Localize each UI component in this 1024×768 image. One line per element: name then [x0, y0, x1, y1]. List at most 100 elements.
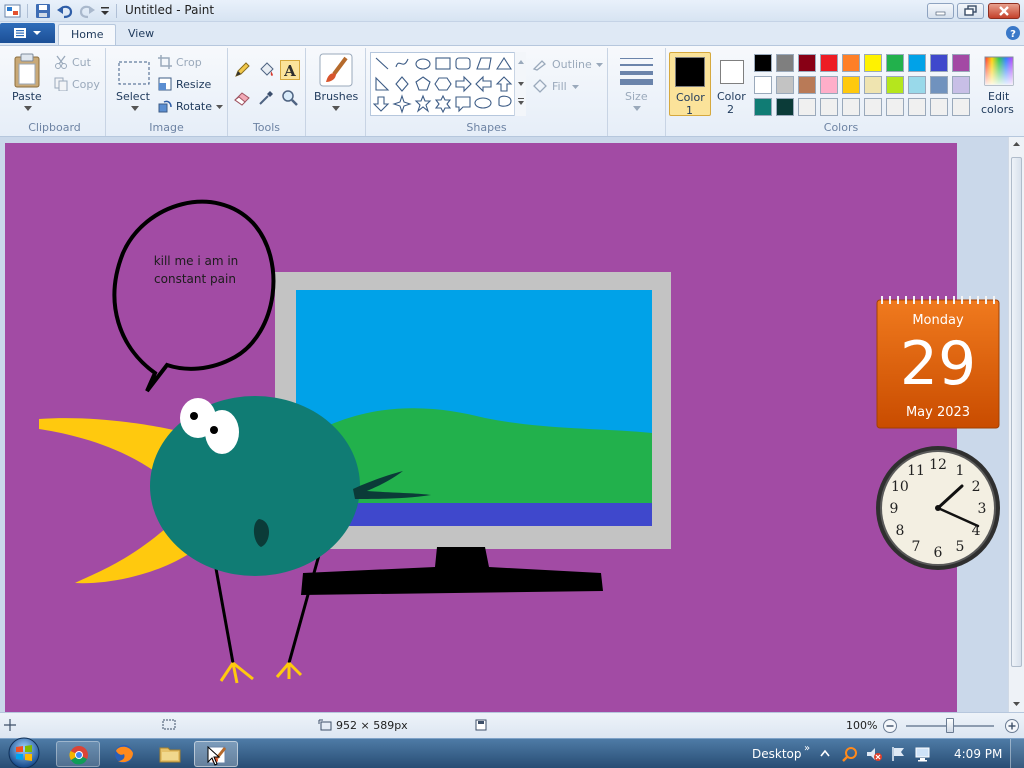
palette-swatch[interactable] [952, 98, 970, 116]
tab-home[interactable]: Home [58, 24, 117, 45]
show-hidden-icons-icon[interactable] [820, 749, 830, 757]
brushes-group[interactable]: Brushes [306, 48, 366, 136]
palette-swatch[interactable] [886, 54, 904, 72]
outline-button[interactable]: Outline [532, 56, 604, 74]
zoom-out-icon[interactable] [882, 718, 898, 734]
text-tool[interactable]: A [280, 60, 300, 80]
cut-button[interactable]: Cut [54, 54, 104, 72]
shapes-group: Outline Fill Shapes [366, 48, 608, 136]
taskbar-firefox[interactable] [102, 741, 146, 767]
select-button[interactable]: Select [112, 52, 156, 114]
palette-swatch[interactable] [754, 76, 772, 94]
vertical-scrollbar[interactable] [1008, 137, 1024, 712]
palette-swatch[interactable] [908, 54, 926, 72]
palette-swatch[interactable] [776, 98, 794, 116]
volume-muted-icon[interactable] [866, 746, 882, 762]
clock-gadget[interactable]: 12 1 2 3 4 5 6 7 8 9 10 11 [874, 444, 1002, 572]
magnifier-tool[interactable] [280, 88, 300, 108]
customize-qat-icon[interactable] [100, 3, 110, 19]
hexagon-shape-icon [434, 77, 452, 91]
desktop-toolbar-label[interactable]: Desktop [752, 747, 802, 761]
palette-swatch[interactable] [754, 98, 772, 116]
palette-swatch[interactable] [820, 98, 838, 116]
taskbar-clock[interactable]: 4:09 PM [954, 747, 1002, 761]
palette-swatch[interactable] [864, 98, 882, 116]
tools-group-label: Tools [252, 121, 281, 134]
close-button[interactable] [988, 3, 1020, 19]
zoom-in-icon[interactable] [1004, 718, 1020, 734]
rounded-rectangle-shape-icon [455, 57, 471, 70]
palette-swatch[interactable] [952, 76, 970, 94]
resize-button[interactable]: Resize [158, 76, 218, 94]
color2-button[interactable]: Color 2 [714, 52, 754, 116]
palette-swatch[interactable] [886, 98, 904, 116]
toolbar-chevron-icon[interactable]: » [804, 743, 810, 754]
cursor-position-icon [4, 719, 16, 731]
palette-swatch[interactable] [908, 98, 926, 116]
minimize-button[interactable] [927, 3, 954, 19]
color1-button[interactable]: Color 1 [669, 52, 711, 117]
paste-button[interactable]: Paste [6, 52, 50, 114]
crop-button[interactable]: Crop [158, 54, 218, 72]
palette-swatch[interactable] [776, 54, 794, 72]
palette-swatch[interactable] [842, 76, 860, 94]
palette-swatch[interactable] [798, 54, 816, 72]
crop-icon [158, 55, 172, 69]
taskbar-chrome[interactable] [56, 741, 100, 767]
shapes-gallery-scroll[interactable] [514, 52, 526, 116]
size-group[interactable]: Size [608, 48, 666, 136]
taskbar-paint[interactable] [194, 741, 238, 767]
fill-button[interactable]: Fill [532, 78, 604, 96]
palette-swatch[interactable] [886, 76, 904, 94]
qa-divider [27, 4, 28, 18]
action-center-flag-icon[interactable] [890, 746, 906, 762]
palette-swatch[interactable] [842, 98, 860, 116]
palette-swatch[interactable] [798, 98, 816, 116]
palette-swatch[interactable] [842, 54, 860, 72]
palette-swatch[interactable] [820, 54, 838, 72]
restore-button[interactable] [957, 3, 984, 19]
network-icon[interactable] [914, 746, 932, 762]
fill-tool[interactable] [256, 60, 276, 80]
palette-swatch[interactable] [798, 76, 816, 94]
drawing-canvas[interactable]: kill me i am in constant pain [5, 143, 957, 712]
taskbar-explorer[interactable] [148, 741, 192, 767]
tab-view[interactable]: View [116, 24, 166, 45]
palette-swatch[interactable] [864, 76, 882, 94]
palette-swatch[interactable] [776, 76, 794, 94]
scroll-down-icon[interactable] [1009, 697, 1024, 711]
paint-menu-button[interactable] [0, 23, 55, 43]
search-tray-icon[interactable] [842, 746, 858, 762]
pencil-tool[interactable] [232, 60, 252, 80]
palette-swatch[interactable] [754, 54, 772, 72]
color1-label-line2: 1 [686, 104, 693, 117]
zoom-slider-thumb[interactable] [946, 718, 954, 733]
save-icon[interactable] [35, 3, 51, 19]
color-picker-tool[interactable] [256, 88, 276, 108]
help-icon[interactable]: ? [1005, 25, 1021, 41]
palette-swatch[interactable] [908, 76, 926, 94]
show-desktop-button[interactable] [1010, 739, 1024, 768]
redo-icon[interactable] [78, 3, 96, 19]
start-button[interactable] [4, 736, 44, 768]
left-arrow-shape-icon [475, 75, 492, 93]
palette-swatch[interactable] [930, 76, 948, 94]
palette-swatch[interactable] [930, 98, 948, 116]
restore-icon [964, 5, 977, 16]
eraser-tool[interactable] [232, 88, 252, 108]
copy-button[interactable]: Copy [54, 76, 104, 94]
palette-swatch[interactable] [864, 54, 882, 72]
ribbon: Paste Cut Copy Clipboard Select Crop Res… [0, 45, 1024, 137]
undo-icon[interactable] [56, 3, 74, 19]
paint-app-icon[interactable] [4, 3, 22, 19]
palette-swatch[interactable] [820, 76, 838, 94]
palette-swatch[interactable] [952, 54, 970, 72]
palette-swatch[interactable] [930, 54, 948, 72]
calendar-gadget[interactable]: Monday 29 May 2023 [876, 294, 1000, 430]
bird-pupil-right [210, 426, 218, 434]
scroll-up-icon[interactable] [1009, 137, 1024, 151]
rotate-button[interactable]: Rotate [158, 98, 224, 116]
edit-colors-button[interactable]: Edit colors [976, 52, 1022, 116]
scrollbar-thumb[interactable] [1011, 157, 1022, 667]
color2-label-line1: Color [717, 90, 746, 103]
